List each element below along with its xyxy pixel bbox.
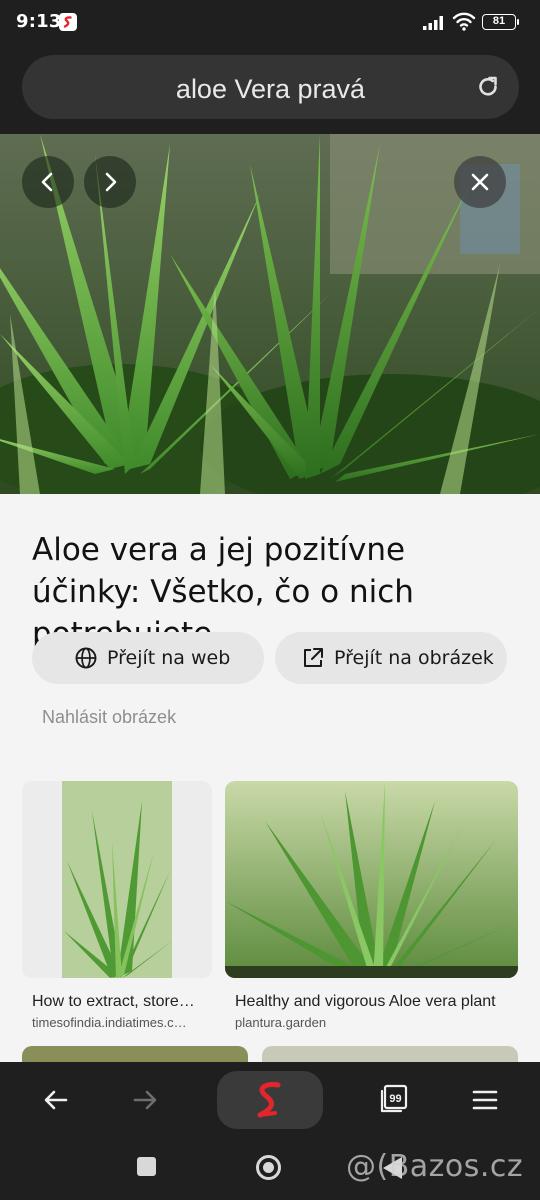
related-image-4[interactable]	[262, 1046, 518, 1062]
search-query[interactable]: aloe Vera pravá	[22, 74, 519, 105]
status-time: 9:13	[16, 11, 62, 32]
globe-icon	[75, 647, 97, 669]
tabs-count: 99	[389, 1093, 401, 1105]
visit-web-button[interactable]: Přejít na web	[32, 632, 264, 684]
related-source-1: timesofindia.indiatimes.c…	[32, 1015, 187, 1030]
visit-image-button[interactable]: Přejít na obrázek	[275, 632, 507, 684]
system-navigation: @(Bazos.cz	[0, 1138, 540, 1200]
related-image-1[interactable]	[22, 781, 212, 978]
close-icon	[471, 173, 489, 191]
signal-icon	[423, 16, 443, 30]
visit-image-label: Přejít na obrázek	[334, 647, 494, 669]
watermark: @(Bazos.cz	[346, 1149, 524, 1184]
previous-image-button[interactable]	[22, 156, 74, 208]
app-logo-icon	[257, 1082, 281, 1118]
image-info-panel: Aloe vera a jej pozitívne účinky: Všetko…	[0, 494, 540, 1062]
search-bar[interactable]: aloe Vera pravá	[22, 55, 519, 119]
related-source-2: plantura.garden	[235, 1015, 327, 1030]
open-external-icon	[304, 648, 323, 667]
related-photo-1	[22, 781, 212, 978]
related-title-2[interactable]: Healthy and vigorous Aloe vera plant	[235, 993, 518, 1011]
home-icon[interactable]	[256, 1155, 281, 1180]
related-image-2[interactable]	[225, 781, 518, 978]
chevron-left-icon	[41, 172, 53, 192]
forward-arrow-icon[interactable]	[131, 1086, 159, 1114]
report-image-link[interactable]: Nahlásit obrázek	[42, 707, 176, 728]
close-button[interactable]	[454, 156, 506, 208]
address-area: aloe Vera pravá	[0, 44, 540, 134]
wifi-icon	[452, 12, 476, 31]
tabs-button[interactable]: 99	[380, 1084, 408, 1114]
menu-icon[interactable]	[471, 1086, 499, 1114]
related-photo-2	[225, 781, 518, 978]
status-bar: 9:13 81	[0, 0, 540, 44]
visit-web-label: Přejít na web	[107, 647, 231, 669]
related-title-1[interactable]: How to extract, store…	[32, 993, 210, 1011]
back-arrow-icon[interactable]	[42, 1086, 70, 1114]
app-home-button[interactable]	[217, 1071, 323, 1129]
reload-icon[interactable]	[475, 74, 501, 100]
chevron-right-icon	[105, 172, 117, 192]
recents-icon[interactable]	[137, 1157, 156, 1176]
battery-icon: 81	[482, 14, 519, 30]
image-preview[interactable]	[0, 134, 540, 494]
tabs-icon: 99	[380, 1084, 408, 1113]
next-image-button[interactable]	[84, 156, 136, 208]
app-notification-icon	[59, 13, 77, 31]
browser-toolbar: 99	[0, 1062, 540, 1138]
related-image-3[interactable]	[22, 1046, 248, 1062]
